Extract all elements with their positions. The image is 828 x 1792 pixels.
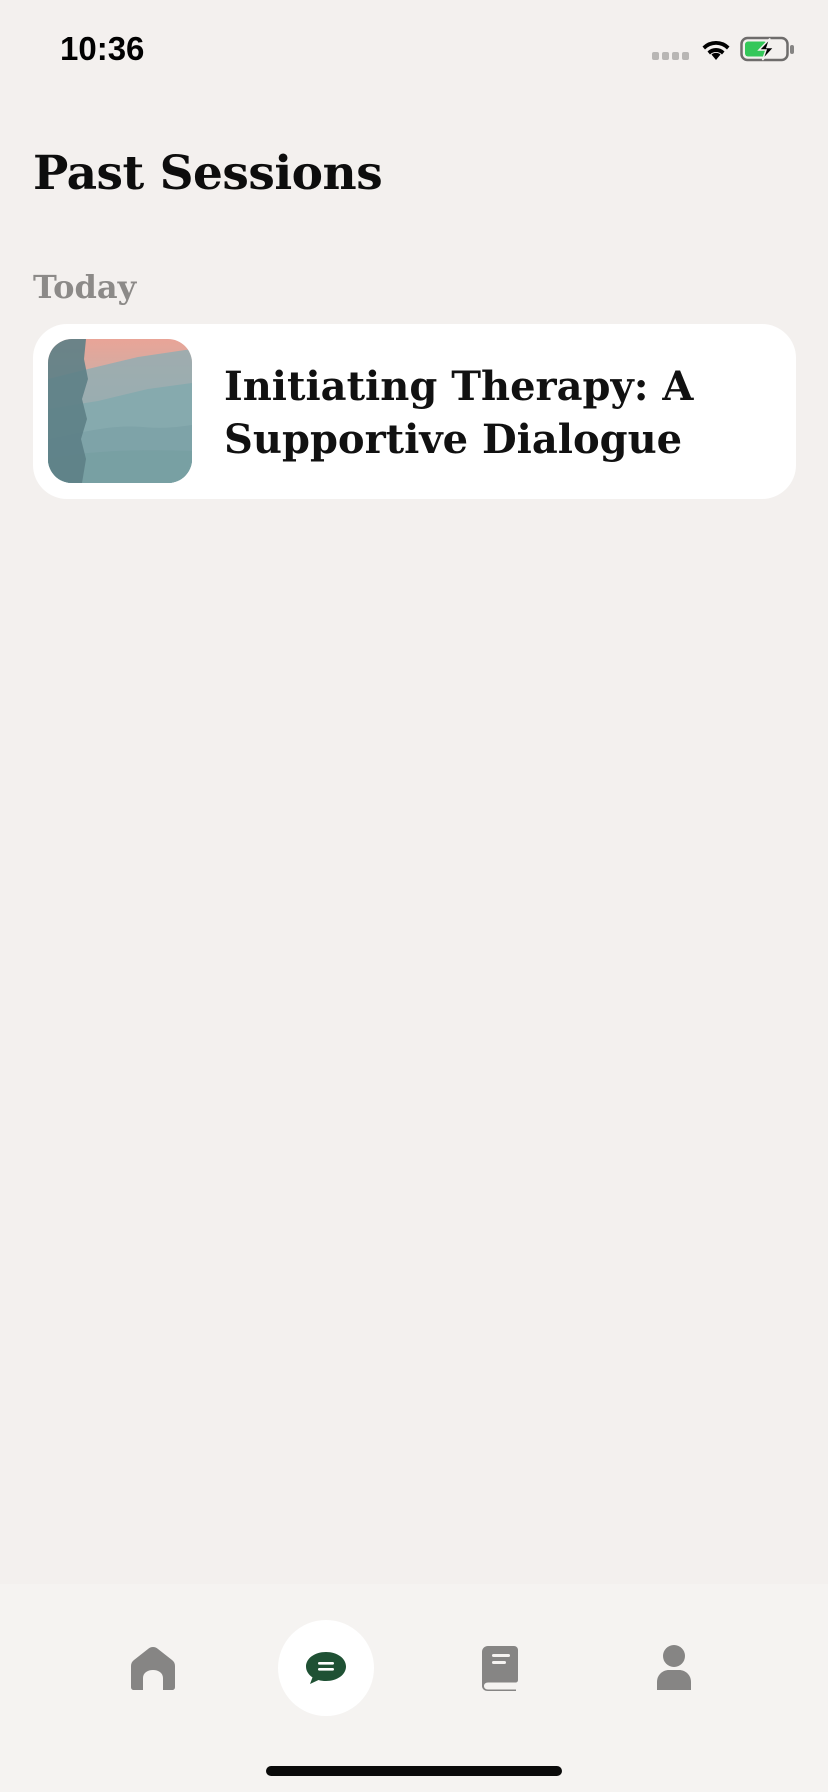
chat-icon <box>306 1652 346 1684</box>
past-sessions-screen: 10:36 Past Sessions Today Initiating The… <box>0 0 828 1792</box>
session-thumbnail <box>48 339 192 483</box>
section-label-today: Today <box>33 268 137 306</box>
battery-charging-icon <box>740 36 794 62</box>
signal-dots-icon <box>652 52 692 60</box>
tab-sessions[interactable] <box>278 1620 374 1716</box>
tab-profile[interactable] <box>626 1620 722 1716</box>
status-bar: 10:36 <box>0 0 828 100</box>
person-icon <box>657 1645 691 1690</box>
page-title: Past Sessions <box>33 146 383 201</box>
home-indicator <box>266 1766 562 1776</box>
tab-home[interactable] <box>105 1620 201 1716</box>
book-icon <box>482 1646 518 1691</box>
session-card[interactable]: Initiating Therapy: A Supportive Dialogu… <box>33 324 796 499</box>
tab-bar <box>0 1584 828 1792</box>
tab-journal[interactable] <box>452 1620 548 1716</box>
wifi-icon <box>702 40 730 60</box>
status-time: 10:36 <box>60 30 145 67</box>
home-icon <box>131 1647 175 1690</box>
session-title: Initiating Therapy: A Supportive Dialogu… <box>224 363 694 463</box>
